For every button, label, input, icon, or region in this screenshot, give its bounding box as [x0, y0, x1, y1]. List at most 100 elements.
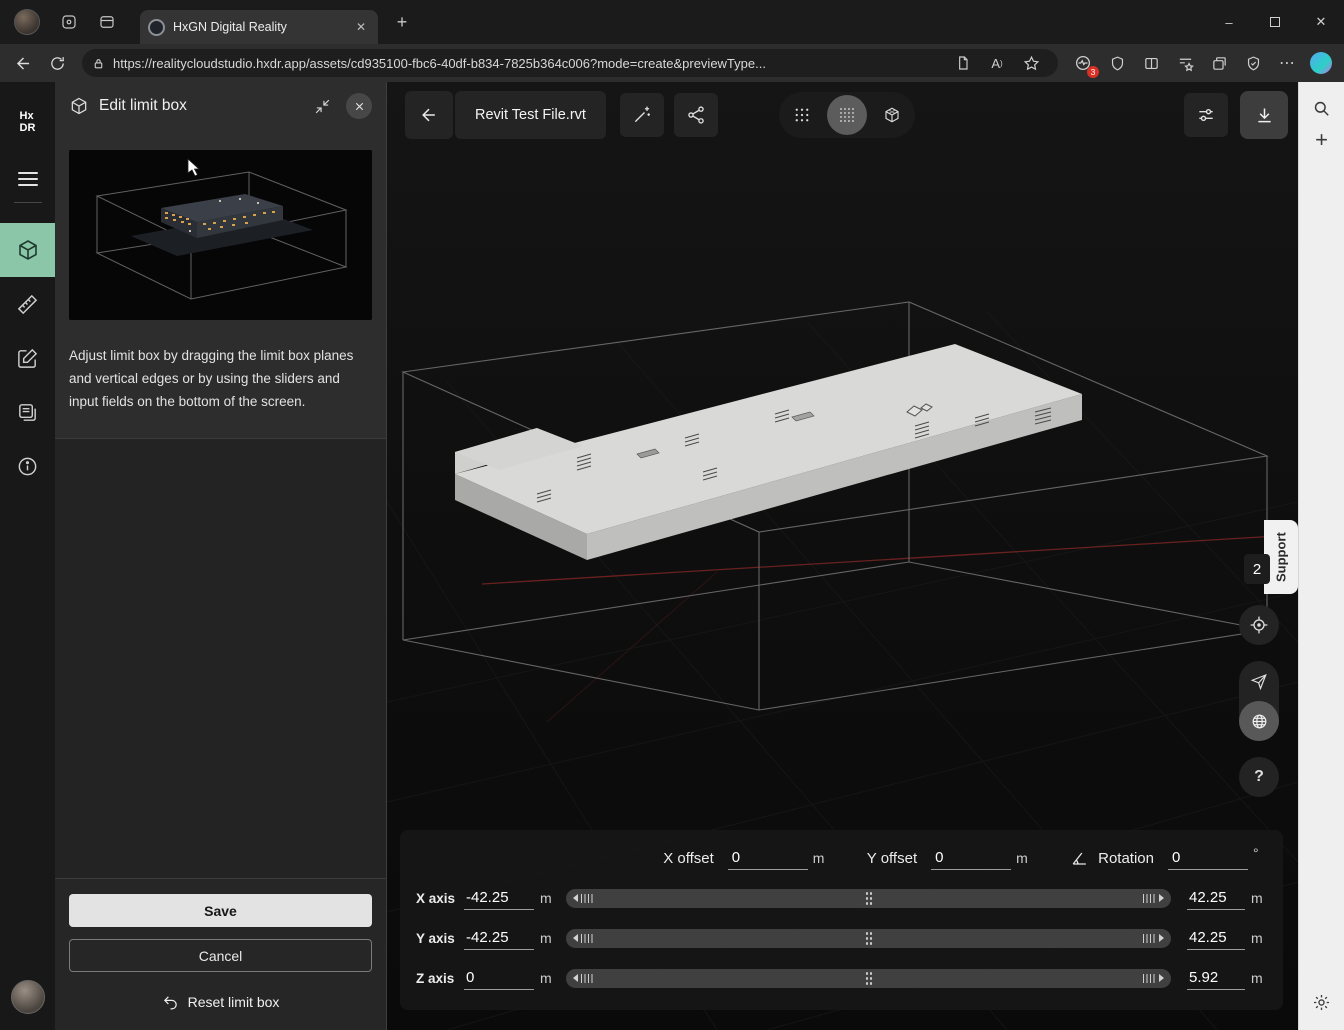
x-offset-input[interactable]: 0	[728, 847, 808, 870]
edge-sidebar-strip: +	[1298, 82, 1344, 1030]
x-axis-max-input[interactable]: 42.25	[1187, 887, 1245, 910]
cancel-button[interactable]: Cancel	[69, 939, 372, 972]
y-axis-slider[interactable]	[566, 929, 1171, 948]
url-bar[interactable]: https://realitycloudstudio.hxdr.app/asse…	[82, 49, 1058, 77]
browser-tab[interactable]: HxGN Digital Reality ✕	[140, 10, 378, 44]
slider-min-handle[interactable]	[573, 894, 594, 903]
viewport-toolbar: Revit Test File.rvt	[405, 90, 1288, 140]
settings-more-icon[interactable]: ⋯	[1272, 48, 1302, 78]
view-settings-button[interactable]	[1184, 93, 1228, 137]
refresh-icon[interactable]	[42, 48, 72, 78]
help-button[interactable]: ?	[1239, 757, 1279, 797]
sidebar-settings-gear-icon[interactable]	[1306, 986, 1338, 1018]
y-offset-unit: m	[1016, 850, 1030, 866]
rail-item-measure[interactable]	[0, 277, 55, 331]
collapse-panel-icon[interactable]	[308, 92, 336, 120]
hxdr-logo: Hx DR	[20, 110, 36, 134]
sidebar-search-icon[interactable]	[1306, 92, 1338, 124]
angle-icon	[1070, 849, 1089, 868]
close-panel-icon[interactable]	[346, 93, 372, 119]
share-icon	[686, 105, 706, 125]
save-button[interactable]: Save	[69, 894, 372, 927]
limit-box-controls: X offset 0 m Y offset 0 m Rotation 0 ° X	[400, 830, 1283, 1010]
tracking-prevention-icon[interactable]	[1102, 48, 1132, 78]
ruler-icon	[16, 293, 39, 316]
chat-count-badge[interactable]: 2	[1244, 554, 1270, 584]
collections-icon[interactable]	[1204, 48, 1234, 78]
y-axis-min-unit: m	[540, 930, 556, 946]
new-tab-button[interactable]: +	[388, 8, 416, 36]
window-close-button[interactable]: ✕	[1298, 0, 1344, 44]
navigation-mode-group	[1239, 661, 1279, 741]
z-axis-slider[interactable]	[566, 969, 1171, 988]
magic-wand-button[interactable]	[620, 93, 664, 137]
y-offset-label: Y offset	[867, 850, 917, 867]
point-density-low-button[interactable]	[782, 95, 822, 135]
browser-profile-avatar[interactable]	[14, 9, 40, 35]
rail-item-annotate[interactable]	[0, 331, 55, 385]
read-aloud-icon[interactable]: A)	[982, 48, 1012, 78]
x-axis-min-input[interactable]: -42.25	[464, 887, 534, 910]
copilot-icon[interactable]	[1306, 48, 1336, 78]
lock-icon	[92, 57, 105, 70]
download-button[interactable]	[1240, 91, 1288, 139]
asset-file-chip[interactable]: Revit Test File.rvt	[455, 91, 606, 139]
slider-grip[interactable]	[865, 891, 873, 905]
mesh-cube-icon	[883, 106, 901, 124]
reset-limit-box-button[interactable]: Reset limit box	[69, 986, 372, 1018]
page-tools-icon[interactable]	[948, 48, 978, 78]
tab-close-icon[interactable]: ✕	[352, 18, 370, 36]
point-density-high-button[interactable]	[827, 95, 867, 135]
fly-mode-button[interactable]	[1239, 661, 1279, 701]
slider-max-handle[interactable]	[1143, 934, 1164, 943]
browser-essentials-icon[interactable]: 3	[1068, 48, 1098, 78]
y-offset-input[interactable]: 0	[931, 847, 1011, 870]
globe-icon	[1250, 712, 1269, 731]
viewport-3d[interactable]: Revit Test File.rvt	[387, 82, 1298, 1030]
window-minimize-button[interactable]: –	[1206, 0, 1252, 44]
x-axis-min-unit: m	[540, 890, 556, 906]
mesh-mode-button[interactable]	[872, 95, 912, 135]
z-axis-max-input[interactable]: 5.92	[1187, 967, 1245, 990]
rail-item-layers[interactable]	[0, 385, 55, 439]
tab-actions-icon[interactable]	[92, 7, 122, 37]
slider-min-handle[interactable]	[573, 974, 594, 983]
browser-defense-icon[interactable]	[1238, 48, 1268, 78]
locate-button[interactable]	[1239, 605, 1279, 645]
x-axis-row: X axis -42.25 m 42.25 m	[416, 878, 1267, 918]
magic-wand-icon	[632, 105, 652, 125]
globe-mode-button[interactable]	[1239, 701, 1279, 741]
sidebar-add-icon[interactable]: +	[1306, 124, 1338, 156]
split-screen-icon[interactable]	[1136, 48, 1166, 78]
viewport-right-tools: ?	[1239, 605, 1279, 797]
essentials-badge: 3	[1087, 66, 1099, 78]
share-button[interactable]	[674, 93, 718, 137]
slider-grip[interactable]	[865, 931, 873, 945]
browser-back-icon[interactable]	[8, 48, 38, 78]
x-axis-slider[interactable]	[566, 889, 1171, 908]
favorites-bar-icon[interactable]	[1170, 48, 1200, 78]
rail-item-limit-box[interactable]	[0, 223, 55, 277]
window-maximize-button[interactable]	[1252, 0, 1298, 44]
user-avatar[interactable]	[11, 980, 45, 1014]
rotation-field-group: Rotation 0 °	[1070, 847, 1267, 870]
z-axis-min-input[interactable]: 0	[464, 967, 534, 990]
y-axis-max-input[interactable]: 42.25	[1187, 927, 1245, 950]
slider-max-handle[interactable]	[1143, 894, 1164, 903]
rotation-input[interactable]: 0	[1168, 847, 1248, 870]
y-axis-min-input[interactable]: -42.25	[464, 927, 534, 950]
workspaces-icon[interactable]	[54, 7, 84, 37]
cube-icon	[16, 238, 40, 262]
slider-max-handle[interactable]	[1143, 974, 1164, 983]
menu-hamburger-icon[interactable]	[18, 172, 38, 186]
asset-file-name: Revit Test File.rvt	[475, 107, 586, 123]
favorite-star-icon[interactable]	[1016, 48, 1046, 78]
info-icon	[16, 455, 39, 478]
z-axis-row: Z axis 0 m 5.92 m	[416, 958, 1267, 998]
x-offset-unit: m	[813, 850, 827, 866]
slider-grip[interactable]	[865, 971, 873, 985]
slider-min-handle[interactable]	[573, 934, 594, 943]
viewer-back-button[interactable]	[405, 91, 453, 139]
rail-item-info[interactable]	[0, 439, 55, 493]
layers-icon	[16, 401, 39, 424]
